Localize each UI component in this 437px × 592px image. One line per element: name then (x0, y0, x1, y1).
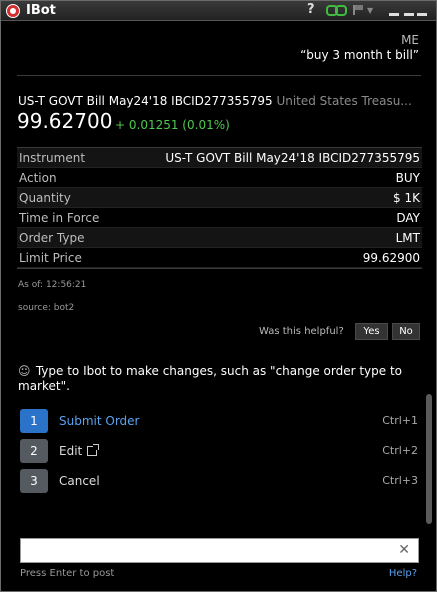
link-icon[interactable] (326, 5, 348, 17)
shortcut-label: Ctrl+2 (382, 444, 418, 457)
sender-label: ME (401, 33, 419, 47)
source-label: source: bot2 (18, 303, 75, 313)
last-price: 99.62700 (17, 109, 113, 133)
detail-row-limit-price: Limit Price 99.62900 (17, 248, 422, 268)
message-input[interactable] (24, 541, 389, 561)
divider (17, 75, 421, 76)
help-icon[interactable]: ? (307, 2, 315, 17)
price-change: + 0.01251 (0.01%) (115, 118, 230, 132)
chevron-down-icon[interactable]: ▼ (367, 6, 373, 15)
edit-label: Edit (59, 444, 83, 458)
detail-value: LMT (395, 230, 420, 245)
action-number: 1 (20, 409, 48, 433)
detail-label: Action (19, 170, 57, 185)
detail-row-time-in-force: Time in Force DAY (17, 208, 422, 228)
close-button[interactable] (417, 13, 427, 16)
contract-title: US-T GOVT Bill May24'18 IBCID277355795 U… (18, 94, 422, 108)
contract-description: United States Treasu... (276, 94, 412, 108)
ibot-window: IBot ? ▼ ME “buy 3 month t bill” US-T GO… (0, 0, 437, 592)
detail-label: Quantity (19, 190, 71, 205)
detail-value: $ 1K (393, 190, 420, 205)
contract-name: US-T GOVT Bill May24'18 IBCID277355795 (18, 94, 273, 108)
shortcut-label: Ctrl+1 (382, 414, 418, 427)
detail-label: Limit Price (19, 250, 82, 265)
external-link-icon (87, 444, 100, 456)
title-bar[interactable]: IBot ? ▼ (1, 1, 436, 21)
detail-value: 99.62900 (362, 250, 420, 265)
detail-row-instrument: Instrument US-T GOVT Bill May24'18 IBCID… (17, 148, 422, 168)
order-details-table: Instrument US-T GOVT Bill May24'18 IBCID… (17, 147, 422, 269)
shortcut-label: Ctrl+3 (382, 474, 418, 487)
detail-label: Instrument (19, 150, 86, 165)
as-of-timestamp: As of: 12:56:21 (18, 280, 87, 290)
minimize-button[interactable] (389, 13, 399, 16)
submit-order-action[interactable]: 1 Submit Order Ctrl+1 (20, 409, 420, 433)
detail-value: US-T GOVT Bill May24'18 IBCID277355795 (165, 150, 420, 165)
detail-label: Time in Force (19, 210, 100, 225)
feedback-no-button[interactable]: No (392, 323, 420, 340)
submit-order-button[interactable]: Submit Order (59, 414, 139, 428)
edit-hint: ☺ Type to Ibot to make changes, such as … (18, 364, 418, 394)
enter-hint: Press Enter to post (20, 568, 115, 579)
detail-value: DAY (396, 210, 420, 225)
maximize-button[interactable] (404, 13, 414, 16)
clear-icon[interactable]: ✕ (398, 542, 410, 558)
robot-icon: ☺ (18, 364, 31, 378)
feedback-yes-button[interactable]: Yes (355, 323, 388, 340)
feedback-question: Was this helpful? (259, 326, 344, 337)
hint-text: Type to Ibot to make changes, such as "c… (18, 364, 403, 393)
edit-button[interactable]: Edit (59, 444, 100, 458)
action-number: 3 (20, 469, 48, 493)
detail-row-quantity: Quantity $ 1K (17, 188, 422, 208)
app-logo-icon (6, 4, 20, 18)
help-link[interactable]: Help? (389, 568, 417, 579)
scrollbar[interactable] (426, 394, 432, 524)
action-number: 2 (20, 439, 48, 463)
detail-row-action: Action BUY (17, 168, 422, 188)
detail-label: Order Type (19, 230, 85, 245)
cancel-action[interactable]: 3 Cancel Ctrl+3 (20, 469, 420, 493)
detail-row-order-type: Order Type LMT (17, 228, 422, 248)
edit-action[interactable]: 2 Edit Ctrl+2 (20, 439, 420, 463)
window-title: IBot (26, 3, 56, 18)
detail-value: BUY (395, 170, 420, 185)
flag-icon[interactable] (353, 5, 363, 15)
message-input-box[interactable]: ✕ (20, 538, 419, 563)
cancel-button[interactable]: Cancel (59, 474, 100, 488)
user-message: “buy 3 month t bill” (300, 48, 419, 62)
